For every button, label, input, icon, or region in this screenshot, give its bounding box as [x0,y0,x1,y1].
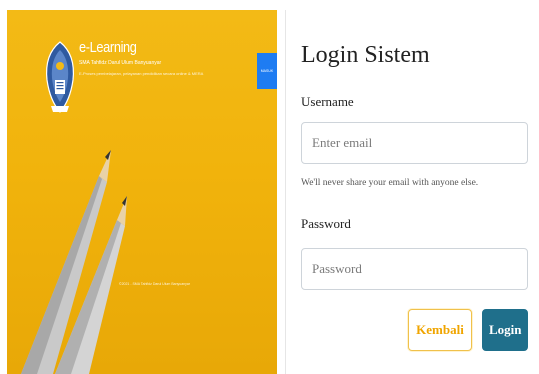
school-name: SMA Tahfidz Darul Ulum Banyuanyar [79,60,162,66]
masuk-button[interactable]: MASUK [257,53,277,89]
email-input[interactable] [301,122,528,164]
pencils-image [21,150,127,374]
tagline: E-Proses pembelajaran, pelayanan pendidi… [79,71,204,76]
back-button[interactable]: Kembali [408,309,472,351]
school-logo-icon [45,41,75,113]
password-input[interactable] [301,248,528,290]
form-title: Login Sistem [301,42,430,68]
email-help-text: We'll never share your email with anyone… [301,178,479,188]
app-title: e-Learning [79,39,137,56]
login-button[interactable]: Login [482,309,528,351]
hero-panel: e-Learning SMA Tahfidz Darul Ulum Banyua… [7,10,277,374]
login-card: Login Sistem Username We'll never share … [285,10,539,374]
username-label: Username [301,94,354,109]
password-label: Password [301,216,351,231]
